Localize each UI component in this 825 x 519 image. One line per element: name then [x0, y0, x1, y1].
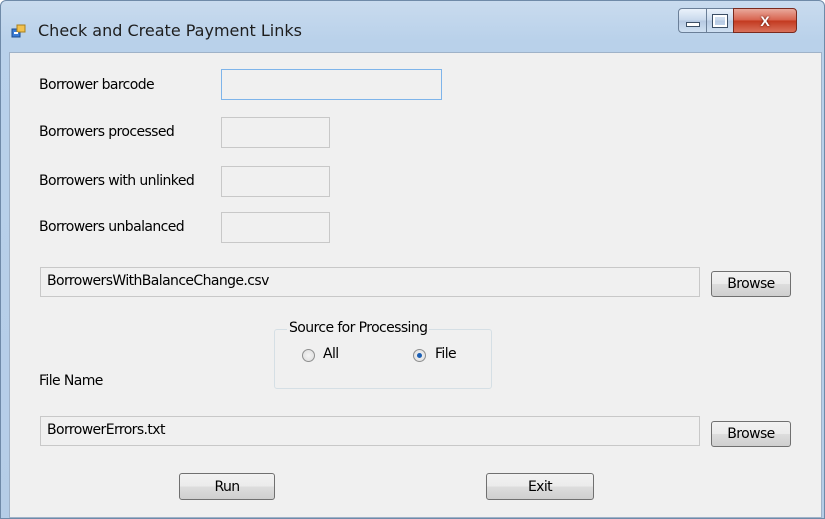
borrowers-unbalanced-label: Borrowers unbalanced	[39, 219, 185, 235]
minimize-icon	[685, 22, 700, 27]
borrower-barcode-input[interactable]	[221, 69, 442, 100]
browse-input-file-button[interactable]: Browse	[711, 271, 791, 297]
run-button[interactable]: Run	[179, 473, 275, 500]
title-bar[interactable]: Check and Create Payment Links x	[1, 1, 825, 53]
minimize-button[interactable]	[678, 8, 707, 33]
borrowers-unlinked-field	[221, 166, 330, 197]
maximize-icon	[712, 13, 728, 28]
source-all-radio[interactable]	[302, 349, 315, 362]
exit-button[interactable]: Exit	[486, 473, 594, 500]
borrowers-processed-field	[221, 117, 330, 148]
source-all-label[interactable]: All	[323, 346, 339, 362]
browse-error-file-button[interactable]: Browse	[711, 421, 791, 447]
radio-selected-dot	[417, 353, 422, 358]
close-icon: x	[760, 12, 770, 29]
source-file-radio[interactable]	[413, 349, 426, 362]
file-name-label: File Name	[39, 373, 103, 389]
input-file-path-field[interactable]: BorrowersWithBalanceChange.csv	[40, 267, 700, 297]
borrowers-unbalanced-field	[221, 212, 330, 243]
borrower-barcode-label: Borrower barcode	[39, 77, 155, 93]
source-file-label[interactable]: File	[435, 346, 457, 362]
error-file-path-field[interactable]: BorrowerErrors.txt	[40, 416, 700, 446]
close-button[interactable]: x	[733, 8, 797, 33]
app-window: Check and Create Payment Links x Borrowe…	[0, 0, 825, 519]
window-title: Check and Create Payment Links	[38, 21, 302, 40]
form-client-area: Borrower barcode Borrowers processed Bor…	[9, 52, 822, 518]
app-window-icon	[11, 23, 27, 39]
source-group-title: Source for Processing	[287, 320, 430, 336]
borrowers-unlinked-label: Borrowers with unlinked	[39, 173, 195, 189]
borrowers-processed-label: Borrowers processed	[39, 124, 175, 140]
source-for-processing-group: Source for Processing All File	[274, 320, 492, 389]
maximize-button[interactable]	[706, 8, 734, 33]
